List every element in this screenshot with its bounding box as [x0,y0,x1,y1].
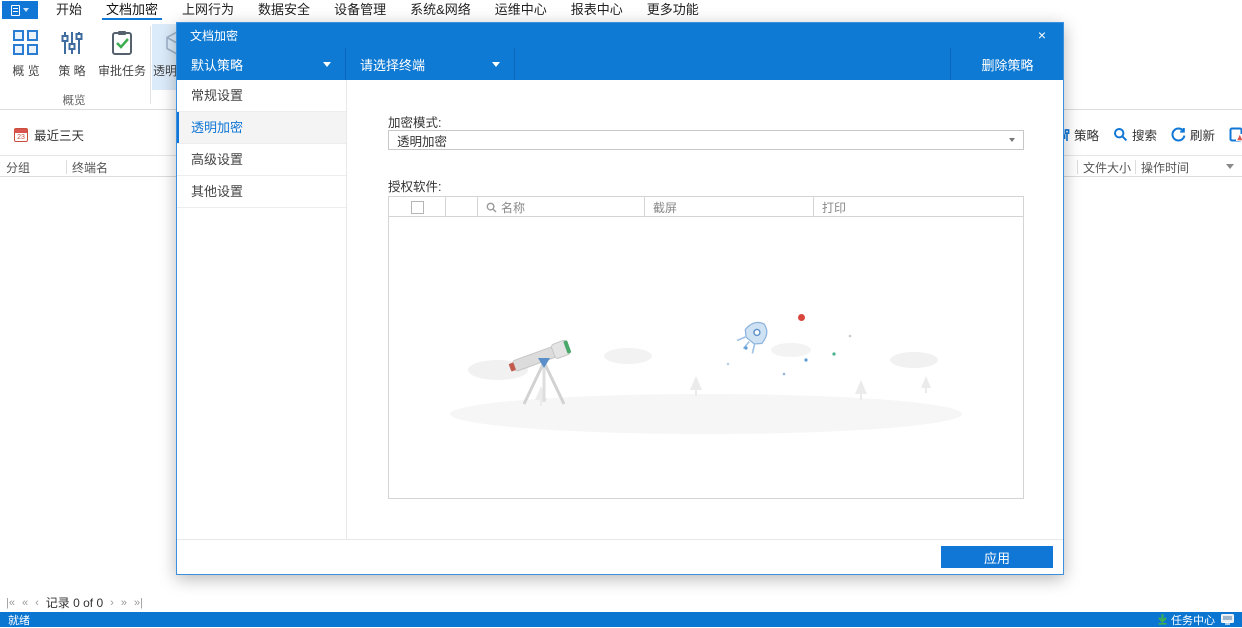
approval-tasks-label: 审批任务 [97,64,146,78]
approval-tasks-button[interactable]: 审批任务 [96,24,148,90]
dialog-footer: 应用 [177,539,1063,574]
dialog-content: 加密模式: 透明加密 授权软件: 名称 截屏 打印 [348,80,1063,539]
last-page-button[interactable]: »| [134,597,143,609]
chevron-down-icon [492,61,500,67]
tab-device-management[interactable]: 设备管理 [322,0,398,20]
menu-tab-strip: 开始 文档加密 上网行为 数据安全 设备管理 系统&网络 运维中心 报表中心 更… [44,0,711,20]
ribbon-group-label: 概览 [62,95,86,107]
sidebar-item-other-settings[interactable]: 其他设置 [177,176,346,208]
terminal-dropdown[interactable]: 请选择终端 [346,48,514,80]
monitor-icon[interactable] [1221,614,1234,625]
fast-prev-button[interactable]: « [22,597,28,609]
task-center-label: 任务中心 [1171,614,1215,627]
prev-page-button[interactable]: ‹ [35,597,39,609]
tab-start[interactable]: 开始 [44,0,94,20]
encrypt-mode-label: 加密模式: [388,116,442,130]
policy-dropdown-value: 默认策略 [191,57,244,73]
overview-label: 概 览 [12,64,40,78]
authorized-software-table: 名称 截屏 打印 [388,196,1024,499]
encrypt-mode-select[interactable]: 透明加密 [388,130,1024,150]
column-group[interactable]: 分组 [6,159,30,176]
policy-button[interactable]: 策 略 [50,24,94,90]
dialog-title: 文档加密 [190,29,239,43]
policy-tool-label: 策略 [1074,129,1100,143]
chevron-down-icon [323,61,331,67]
dialog-header-bar: 默认策略 请选择终端 删除策略 [177,48,1063,80]
column-terminal-name[interactable]: 终端名 [72,159,108,176]
software-table-header: 名称 截屏 打印 [389,197,1023,217]
next-page-button[interactable]: › [110,597,114,609]
date-range-label: 最近三天 [34,129,85,143]
calendar-icon: 23 [14,127,28,142]
dialog-body: 常规设置 透明加密 高级设置 其他设置 加密模式: 透明加密 授权软件: 名称 … [177,80,1063,539]
column-file-size[interactable]: 文件大小 [1083,159,1131,176]
tab-data-security[interactable]: 数据安全 [246,0,322,20]
refresh-icon [1171,127,1186,142]
export-button[interactable]: 导出 [1229,125,1242,144]
delete-policy-label: 删除策略 [981,57,1034,73]
application-icon [11,4,20,16]
encrypt-mode-value: 透明加密 [397,134,448,149]
search-icon [486,202,497,213]
delete-policy-button[interactable]: 删除策略 [951,48,1064,80]
tab-document-encryption[interactable]: 文档加密 [94,0,170,20]
close-icon[interactable]: × [1033,26,1051,44]
search-icon [1113,127,1128,142]
column-name-label: 名称 [501,200,526,215]
apply-button[interactable]: 应用 [941,546,1053,568]
status-text: 就绪 [8,614,30,627]
column-print[interactable]: 打印 [814,197,1023,217]
tab-report-center[interactable]: 报表中心 [559,0,635,20]
column-name[interactable]: 名称 [478,197,645,217]
first-page-button[interactable]: |« [6,597,15,609]
search-label: 搜索 [1132,129,1158,143]
tab-more-features[interactable]: 更多功能 [635,0,711,20]
dialog-sidebar: 常规设置 透明加密 高级设置 其他设置 [177,80,347,539]
date-range-filter-button[interactable]: 23 最近三天 [14,125,84,144]
tab-system-network[interactable]: 系统&网络 [398,0,483,20]
fast-next-button[interactable]: » [121,597,127,609]
pagination-bar: |« « ‹ 记录 0 of 0 › » »| [0,593,1242,612]
refresh-button[interactable]: 刷新 [1171,125,1215,144]
column-blank [446,197,478,217]
tab-ops-center[interactable]: 运维中心 [483,0,559,20]
task-center-button[interactable]: 任务中心 [1158,612,1215,628]
export-file-icon [1229,127,1242,142]
clipboard-check-icon [109,30,135,56]
terminal-dropdown-value: 请选择终端 [360,57,426,73]
sidebar-item-general-settings[interactable]: 常规设置 [177,80,346,112]
menu-bar: 开始 文档加密 上网行为 数据安全 设备管理 系统&网络 运维中心 报表中心 更… [0,0,1242,20]
software-table-empty-body [389,218,1023,498]
grid-icon [13,30,39,56]
overview-button[interactable]: 概 览 [4,24,48,90]
policy-dropdown[interactable]: 默认策略 [177,48,345,80]
tab-internet-behavior[interactable]: 上网行为 [170,0,246,20]
select-all-checkbox[interactable] [410,200,424,214]
download-arrow-icon [1158,614,1167,625]
document-encryption-dialog: 文档加密 × 默认策略 请选择终端 删除策略 常规设置 透明加密 高级设置 其他… [176,22,1064,575]
column-filter-icon[interactable] [1226,164,1234,169]
record-count: 记录 0 of 0 [45,596,104,610]
empty-state-illustration [450,314,962,434]
authorized-software-label: 授权软件: [388,180,442,194]
ribbon-separator [150,26,151,104]
search-button[interactable]: 搜索 [1113,125,1157,144]
dialog-title-bar: 文档加密 × [177,23,1063,48]
column-operation-time[interactable]: 操作时间 [1141,159,1189,176]
policy-label: 策 略 [58,64,86,78]
chevron-down-icon [23,8,29,12]
sidebar-item-advanced-settings[interactable]: 高级设置 [177,144,346,176]
sidebar-item-transparent-encryption[interactable]: 透明加密 [177,112,346,144]
column-screenshot[interactable]: 截屏 [645,197,814,217]
toolbar-right: 策略 搜索 刷新 导出 [1056,125,1242,144]
status-bar: 就绪 任务中心 [0,612,1242,627]
refresh-label: 刷新 [1190,129,1216,143]
sliders-icon [59,30,85,56]
application-menu-button[interactable] [2,1,38,19]
chevron-down-icon [1009,138,1015,142]
